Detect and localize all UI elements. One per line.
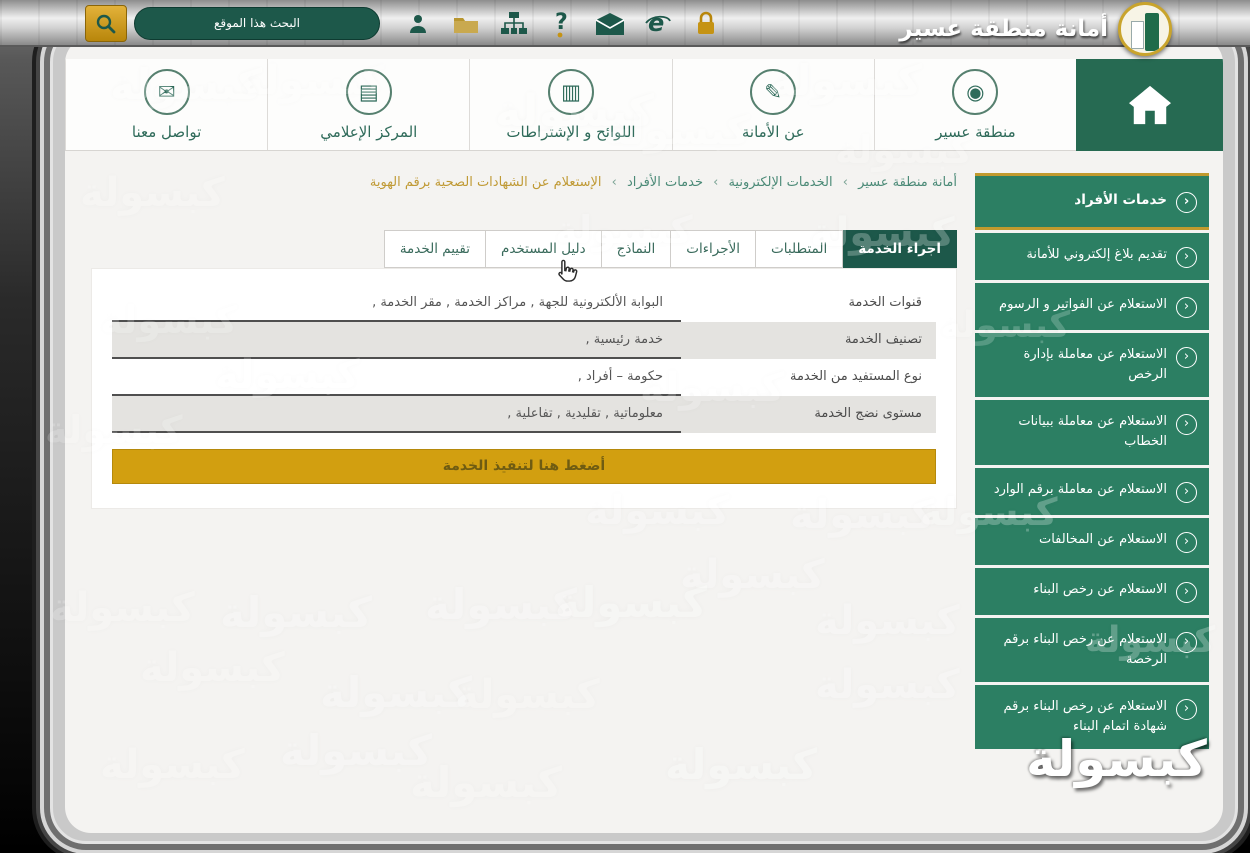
breadcrumb-link[interactable]: أمانة منطقة عسير bbox=[858, 175, 957, 190]
regulations-document-icon: ▥ bbox=[548, 69, 594, 115]
service-tab[interactable]: تقييم الخدمة bbox=[384, 230, 486, 268]
service-table-row: تصنيف الخدمة خدمة رئيسية , bbox=[112, 322, 936, 359]
breadcrumb-separator: › bbox=[608, 175, 621, 190]
lock-icon[interactable] bbox=[690, 8, 722, 40]
service-row-label: تصنيف الخدمة bbox=[681, 322, 936, 359]
service-row-value: معلوماتية , تقليدية , تفاعلية , bbox=[112, 396, 681, 433]
sidebar-item-label: خدمات الأفراد bbox=[987, 190, 1167, 211]
region-emblem-icon: ◉ bbox=[952, 69, 998, 115]
browser-toolbar: البحث هذا الموقع ? e أمانة منطقة عسير bbox=[0, 0, 1250, 47]
sidebar-item-label: الاستعلام عن المخالفات bbox=[987, 530, 1167, 550]
service-row-label: مستوى نضج الخدمة bbox=[681, 396, 936, 433]
nav-item-label: عن الأمانة bbox=[742, 123, 805, 141]
sidebar-item[interactable]: ‹ الاستعلام عن المخالفات bbox=[975, 518, 1209, 565]
svg-text:?: ? bbox=[555, 10, 568, 35]
breadcrumb-separator: › bbox=[709, 175, 722, 190]
home-icon bbox=[1127, 84, 1173, 126]
website-page: ◉ منطقة عسير ✎ عن الأمانة ▥ اللوائح و ال… bbox=[65, 37, 1223, 833]
chevron-left-icon: ‹ bbox=[1176, 582, 1197, 603]
sidebar-item[interactable]: ‹ الاستعلام عن معاملة بإدارة الرخص bbox=[975, 333, 1209, 397]
breadcrumb: أمانة منطقة عسير › الخدمات الإلكترونية ›… bbox=[91, 175, 957, 190]
chevron-left-icon: ‹ bbox=[1176, 532, 1197, 553]
service-details-card: قنوات الخدمة البوابة الألكترونية للجهة ,… bbox=[91, 268, 957, 509]
toolbar-icons: ? e bbox=[402, 6, 722, 42]
magnifier-icon bbox=[95, 13, 117, 35]
services-sidebar: ‹ خدمات الأفراد ‹ تقديم بلاغ إلكتروني لل… bbox=[975, 173, 1209, 833]
help-icon[interactable]: ? bbox=[546, 8, 578, 40]
sidebar-item[interactable]: ‹ الاستعلام عن رخص البناء برقم شهادة اتم… bbox=[975, 685, 1209, 749]
browser-icon[interactable]: e bbox=[642, 8, 674, 40]
sidebar-item-label: تقديم بلاغ إلكتروني للأمانة bbox=[987, 245, 1167, 265]
chevron-left-icon: ‹ bbox=[1176, 347, 1197, 368]
sidebar-item[interactable]: ‹ الاستعلام عن الفواتير و الرسوم bbox=[975, 283, 1209, 330]
nav-item-label: منطقة عسير bbox=[935, 123, 1015, 141]
chevron-left-icon: ‹ bbox=[1176, 247, 1197, 268]
service-tab[interactable]: المتطلبات bbox=[755, 230, 843, 268]
search-button[interactable] bbox=[85, 5, 127, 42]
sidebar-item-label: الاستعلام عن رخص البناء برقم الرخصة bbox=[987, 630, 1167, 670]
folder-icon[interactable] bbox=[450, 8, 482, 40]
service-row-value: البوابة الألكترونية للجهة , مراكز الخدمة… bbox=[112, 285, 681, 322]
sidebar-item-label: الاستعلام عن معاملة ببيانات الخطاب bbox=[987, 412, 1167, 452]
breadcrumb-link[interactable]: خدمات الأفراد bbox=[627, 175, 703, 190]
user-icon[interactable] bbox=[402, 8, 434, 40]
sidebar-item-label: الاستعلام عن معاملة برقم الوارد bbox=[987, 480, 1167, 500]
municipality-emblem-icon bbox=[1118, 2, 1172, 56]
nav-item[interactable]: ◉ منطقة عسير bbox=[874, 59, 1076, 150]
nav-item[interactable]: ▥ اللوائح و الإشتراطات bbox=[469, 59, 671, 150]
top-navigation: ◉ منطقة عسير ✎ عن الأمانة ▥ اللوائح و ال… bbox=[65, 59, 1223, 151]
sidebar-item[interactable]: ‹ الاستعلام عن معاملة ببيانات الخطاب bbox=[975, 400, 1209, 464]
content-column: أمانة منطقة عسير › الخدمات الإلكترونية ›… bbox=[65, 151, 975, 833]
mail-icon[interactable] bbox=[594, 8, 626, 40]
nav-item-label: المركز الإعلامي bbox=[320, 123, 417, 141]
sidebar-item-label: الاستعلام عن رخص البناء bbox=[987, 580, 1167, 600]
nav-item[interactable]: ✉ تواصل معنا bbox=[65, 59, 267, 150]
main-area: ‹ خدمات الأفراد ‹ تقديم بلاغ إلكتروني لل… bbox=[65, 151, 1223, 833]
service-tab[interactable]: الأجراءات bbox=[670, 230, 756, 268]
execute-service-button[interactable]: أضغط هنا لتنفيذ الخدمة bbox=[112, 449, 936, 484]
chevron-left-icon: ‹ bbox=[1176, 414, 1197, 435]
envelope-icon: ✉ bbox=[144, 69, 190, 115]
sidebar-item[interactable]: ‹ خدمات الأفراد bbox=[975, 173, 1209, 230]
site-logo[interactable]: أمانة منطقة عسير bbox=[899, 2, 1172, 56]
service-tab[interactable]: النماذج bbox=[601, 230, 672, 268]
chevron-left-icon: ‹ bbox=[1176, 297, 1197, 318]
service-row-value: خدمة رئيسية , bbox=[112, 322, 681, 359]
service-row-label: نوع المستفيد من الخدمة bbox=[681, 359, 936, 396]
nav-item[interactable]: ✎ عن الأمانة bbox=[672, 59, 874, 150]
chevron-left-icon: ‹ bbox=[1176, 192, 1197, 213]
sidebar-item[interactable]: ‹ الاستعلام عن معاملة برقم الوارد bbox=[975, 468, 1209, 515]
sitemap-icon[interactable] bbox=[498, 8, 530, 40]
chevron-left-icon: ‹ bbox=[1176, 699, 1197, 720]
pencil-note-icon: ✎ bbox=[750, 69, 796, 115]
svg-text:e: e bbox=[648, 11, 664, 37]
site-search-input[interactable]: البحث هذا الموقع bbox=[134, 7, 380, 40]
service-table-row: مستوى نضج الخدمة معلوماتية , تقليدية , ت… bbox=[112, 396, 936, 433]
breadcrumb-link[interactable]: الخدمات الإلكترونية bbox=[728, 175, 832, 190]
breadcrumb-separator: › bbox=[839, 175, 852, 190]
nav-item-label: اللوائح و الإشتراطات bbox=[506, 123, 635, 141]
service-tabs: اجراء الخدمة المتطلبات الأجراءات النماذج… bbox=[91, 230, 957, 268]
service-table-row: نوع المستفيد من الخدمة حكومة – أفراد , bbox=[112, 359, 936, 396]
sidebar-item-label: الاستعلام عن رخص البناء برقم شهادة اتمام… bbox=[987, 697, 1167, 737]
logo-calligraphy-text: أمانة منطقة عسير bbox=[899, 16, 1108, 42]
service-row-label: قنوات الخدمة bbox=[681, 285, 936, 322]
newspaper-icon: ▤ bbox=[346, 69, 392, 115]
sidebar-item-label: الاستعلام عن معاملة بإدارة الرخص bbox=[987, 345, 1167, 385]
sidebar-item[interactable]: ‹ الاستعلام عن رخص البناء bbox=[975, 568, 1209, 615]
service-row-value: حكومة – أفراد , bbox=[112, 359, 681, 396]
sidebar-item[interactable]: ‹ الاستعلام عن رخص البناء برقم الرخصة bbox=[975, 618, 1209, 682]
chevron-left-icon: ‹ bbox=[1176, 632, 1197, 653]
service-table-row: قنوات الخدمة البوابة الألكترونية للجهة ,… bbox=[112, 285, 936, 322]
sidebar-item-label: الاستعلام عن الفواتير و الرسوم bbox=[987, 295, 1167, 315]
nav-item-label: تواصل معنا bbox=[132, 123, 201, 141]
service-tab[interactable]: اجراء الخدمة bbox=[842, 230, 957, 268]
nav-item[interactable]: ▤ المركز الإعلامي bbox=[267, 59, 469, 150]
chevron-left-icon: ‹ bbox=[1176, 482, 1197, 503]
service-tab[interactable]: دليل المستخدم bbox=[485, 230, 602, 268]
sidebar-item[interactable]: ‹ تقديم بلاغ إلكتروني للأمانة bbox=[975, 233, 1209, 280]
home-button[interactable] bbox=[1076, 59, 1223, 151]
window-frame: ◉ منطقة عسير ✎ عن الأمانة ▥ اللوائح و ال… bbox=[50, 26, 1238, 844]
breadcrumb-link[interactable]: الإستعلام عن الشهادات الصحية برقم الهوية bbox=[370, 175, 602, 190]
